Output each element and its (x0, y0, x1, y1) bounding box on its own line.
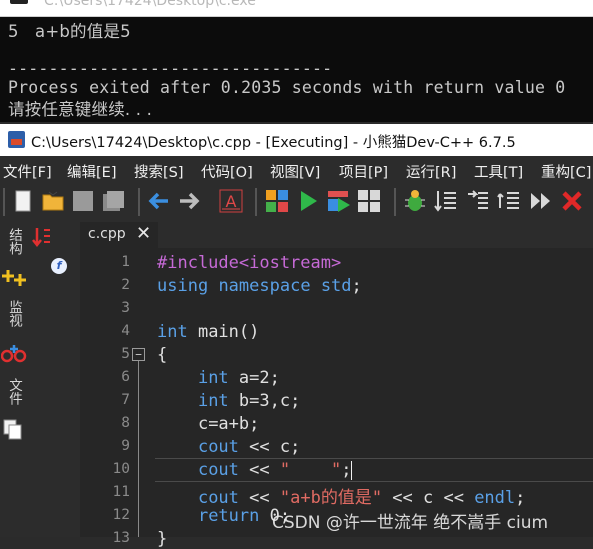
console-title: C:\Users\17424\Desktop\c.exe (44, 0, 256, 9)
tab-structure[interactable]: 结构 (6, 228, 22, 259)
console-output-line: 5 a+b的值是5 (8, 22, 131, 41)
devcpp-app-icon (8, 131, 25, 148)
menu-edit[interactable]: 编辑[E] (67, 161, 116, 182)
menu-search[interactable]: 搜索[S] (134, 161, 184, 182)
syntax-check-icon[interactable]: A (218, 188, 244, 214)
add-watch-icon[interactable] (2, 268, 26, 290)
code-line-13: } (157, 529, 168, 549)
editor-tab-strip: c.cpp ✕ (80, 220, 593, 248)
code-line-10: cout << " "; (197, 460, 352, 480)
code-line-2: using namespace std; (157, 276, 362, 296)
tab-label: c.cpp (88, 226, 126, 242)
console-divider: -------------------------------- (8, 59, 333, 78)
watch-glasses-icon[interactable] (1, 343, 27, 365)
code-line-11: cout << "a+b的值是" << c << endl; (197, 488, 526, 508)
open-folder-icon[interactable] (40, 188, 66, 214)
line-number: 12 (112, 507, 130, 523)
code-line-9: cout << c; (197, 437, 301, 457)
line-number: 13 (112, 530, 130, 546)
csdn-watermark: CSDN @许一世流年 绝不嵩手 cium (272, 513, 549, 533)
line-number: 11 (112, 484, 130, 500)
toolbar-separator (3, 188, 5, 216)
save-all-icon[interactable] (100, 188, 126, 214)
tab-c-cpp[interactable]: c.cpp ✕ (80, 222, 158, 248)
menu-run[interactable]: 运行[R] (406, 161, 456, 182)
menu-code[interactable]: 代码[O] (201, 161, 253, 182)
run-icon[interactable] (295, 188, 321, 214)
code-line-4: int main() (157, 322, 260, 342)
line-number: 10 (112, 461, 130, 477)
function-badge-icon[interactable]: f (51, 258, 67, 274)
new-file-icon[interactable] (10, 188, 36, 214)
code-line-12: return 0; (197, 506, 291, 526)
menu-tools[interactable]: 工具[T] (474, 161, 523, 182)
save-icon[interactable] (70, 188, 96, 214)
menu-view[interactable]: 视图[V] (270, 161, 320, 182)
toolbar-separator (394, 188, 396, 216)
line-number: 8 (121, 415, 130, 431)
code-line-7: int b=3,c; (197, 391, 301, 411)
code-line-8: c=a+b; (197, 414, 260, 434)
console-title-bar[interactable]: C:\Users\17424\Desktop\c.exe (0, 0, 593, 17)
ide-window-title: C:\Users\17424\Desktop\c.cpp - [Executin… (31, 135, 516, 151)
text-caret (351, 461, 352, 480)
tab-files[interactable]: 文件 (6, 378, 22, 409)
copy-files-icon[interactable] (2, 418, 24, 440)
console-app-icon (10, 0, 28, 4)
fold-toggle-icon[interactable]: − (132, 348, 145, 361)
tab-monitor[interactable]: 监视 (6, 300, 22, 331)
class-browser-panel: f (1, 220, 80, 537)
code-line-1: #include<iostream> (157, 253, 342, 273)
step-over-icon[interactable] (433, 188, 459, 214)
code-editor[interactable]: #include<iostream> using namespace std; … (155, 248, 593, 549)
console-window: C:\Users\17424\Desktop\c.exe 5 a+b的值是5 -… (0, 0, 593, 122)
toolbar: A (0, 184, 593, 220)
toolbar-separator (255, 188, 257, 216)
code-line-6: int a=2; (197, 368, 280, 388)
step-into-icon[interactable] (465, 188, 491, 214)
close-icon[interactable]: ✕ (136, 223, 151, 244)
menu-bar: 文件[F] 编辑[E] 搜索[S] 代码[O] 视图[V] 项目[P] 运行[R… (0, 156, 593, 184)
sort-icon[interactable] (32, 226, 52, 250)
back-arrow-icon[interactable] (146, 188, 172, 214)
menu-refactor[interactable]: 重构[C] (541, 161, 591, 182)
toolbar-separator (138, 188, 140, 216)
compile-run-icon[interactable] (326, 188, 352, 214)
step-out-icon[interactable] (496, 188, 522, 214)
console-prompt-line: 请按任意键继续. . . (8, 100, 153, 119)
menu-file[interactable]: 文件[F] (3, 161, 52, 182)
line-number: 5 (121, 346, 130, 362)
ide-title-bar[interactable]: C:\Users\17424\Desktop\c.cpp - [Executin… (0, 124, 593, 156)
compile-icon[interactable] (264, 188, 290, 214)
continue-icon[interactable] (528, 188, 554, 214)
line-number: 7 (121, 392, 130, 408)
line-number-gutter: 1 2 3 4 5 6 7 8 9 10 11 12 13 − (80, 248, 155, 546)
line-number: 3 (121, 300, 130, 316)
line-number: 4 (121, 323, 130, 339)
line-number: 2 (121, 277, 130, 293)
svg-text:A: A (226, 192, 237, 211)
console-exit-line: Process exited after 0.2035 seconds with… (8, 78, 566, 97)
code-line-5: { (157, 345, 168, 365)
line-number: 9 (121, 438, 130, 454)
debug-icon[interactable] (402, 188, 428, 214)
stop-icon[interactable] (559, 188, 585, 214)
forward-arrow-icon[interactable] (176, 188, 202, 214)
rebuild-icon[interactable] (356, 188, 382, 214)
menu-project[interactable]: 项目[P] (339, 161, 388, 182)
line-number: 1 (121, 254, 130, 270)
line-number: 6 (121, 369, 130, 385)
fold-guide-line (138, 361, 139, 537)
